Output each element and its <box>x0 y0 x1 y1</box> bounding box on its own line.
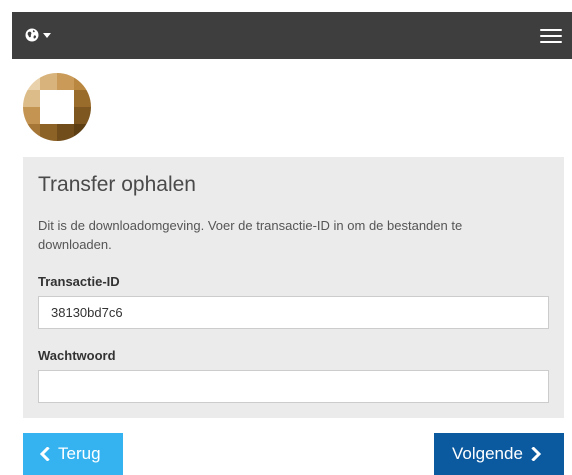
globe-icon <box>25 28 39 42</box>
password-input[interactable] <box>38 370 549 403</box>
chevron-right-icon <box>531 447 542 461</box>
chevron-left-icon <box>39 447 50 461</box>
hamburger-menu-icon <box>540 29 562 31</box>
brand-logo <box>23 73 91 141</box>
hamburger-menu-button[interactable] <box>540 26 562 44</box>
password-label: Wachtwoord <box>38 348 116 363</box>
next-button[interactable]: Volgende <box>434 433 564 475</box>
language-selector[interactable] <box>25 26 51 44</box>
next-button-label: Volgende <box>452 444 523 463</box>
back-button[interactable]: Terug <box>23 433 123 475</box>
transaction-id-label: Transactie-ID <box>38 274 120 289</box>
transaction-id-input[interactable] <box>38 296 549 329</box>
page-title: Transfer ophalen <box>38 173 196 196</box>
back-button-label: Terug <box>58 444 101 463</box>
caret-down-icon <box>43 32 51 38</box>
hamburger-menu-icon <box>540 35 562 37</box>
hamburger-menu-icon <box>540 41 562 43</box>
top-navbar <box>12 12 572 59</box>
panel-description: Dit is de downloadomgeving. Voer de tran… <box>38 218 463 252</box>
transfer-panel: Transfer ophalen Dit is de downloadomgev… <box>23 157 564 418</box>
